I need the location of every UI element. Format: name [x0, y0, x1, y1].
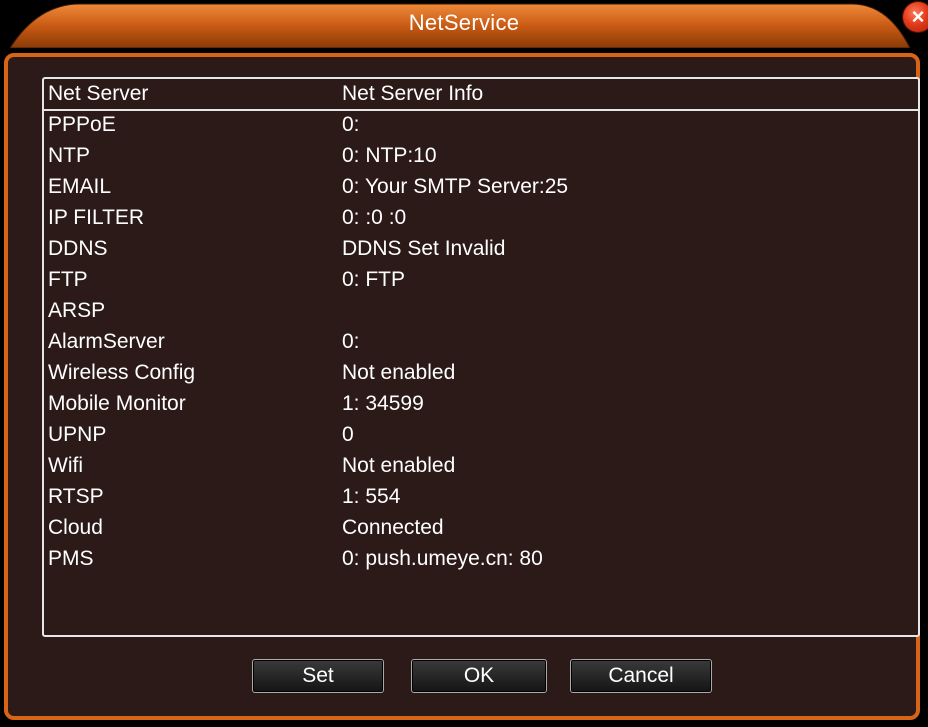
- list-item[interactable]: Wifi Not enabled: [44, 452, 918, 483]
- net-server-name: NTP: [48, 144, 90, 167]
- dialog-body: Net Server Net Server Info PPPoE 0: NTP 0: …: [4, 53, 920, 720]
- net-server-info: 0: :0 :0: [342, 206, 407, 229]
- net-server-info: Not enabled: [342, 361, 456, 384]
- net-server-info: 0: push.umeye.cn: 80: [342, 547, 543, 570]
- net-server-info: 0: NTP:10: [342, 144, 437, 167]
- list-item[interactable]: IP FILTER 0: :0 :0: [44, 204, 918, 235]
- net-server-name: UPNP: [48, 423, 107, 446]
- list-header: Net Server Net Server Info: [44, 79, 918, 111]
- list-item[interactable]: PMS 0: push.umeye.cn: 80: [44, 545, 918, 576]
- list-item[interactable]: DDNS DDNS Set Invalid: [44, 235, 918, 266]
- net-server-name: PPPoE: [48, 113, 116, 136]
- cancel-button[interactable]: Cancel: [570, 659, 712, 693]
- close-icon: ×: [911, 4, 925, 29]
- list-item[interactable]: FTP 0: FTP: [44, 266, 918, 297]
- list-item[interactable]: UPNP 0: [44, 421, 918, 452]
- net-server-name: Mobile Monitor: [48, 392, 186, 415]
- net-server-name: Wifi: [48, 454, 83, 477]
- net-server-info: Not enabled: [342, 454, 456, 477]
- net-server-name: AlarmServer: [48, 330, 165, 353]
- net-server-name: IP FILTER: [48, 206, 145, 229]
- net-server-info: 1: 554: [342, 485, 401, 508]
- net-server-name: Cloud: [48, 516, 103, 539]
- net-server-list: Net Server Net Server Info PPPoE 0: NTP 0: …: [42, 77, 920, 637]
- list-item[interactable]: AlarmServer 0:: [44, 328, 918, 359]
- set-button[interactable]: Set: [252, 659, 384, 693]
- net-server-name: Wireless Config: [48, 361, 196, 384]
- list-item[interactable]: NTP 0: NTP:10: [44, 142, 918, 173]
- net-server-info: DDNS Set Invalid: [342, 237, 506, 260]
- window-title: NetService: [408, 10, 520, 35]
- net-server-name: PMS: [48, 547, 94, 570]
- list-item[interactable]: ARSP: [44, 297, 918, 328]
- net-server-name: EMAIL: [48, 175, 112, 198]
- list-item[interactable]: PPPoE 0:: [44, 111, 918, 142]
- header-net-server-info: Net Server Info: [342, 82, 484, 105]
- net-server-info: 0:: [342, 113, 360, 136]
- netservice-dialog: NetService × Net Server Net Server Info …: [0, 0, 928, 727]
- net-server-info: 0: Your SMTP Server:25: [342, 175, 569, 198]
- close-button[interactable]: ×: [903, 2, 928, 32]
- list-item[interactable]: EMAIL 0: Your SMTP Server:25: [44, 173, 918, 204]
- net-server-name: DDNS: [48, 237, 108, 260]
- net-server-info: 1: 34599: [342, 392, 424, 415]
- net-server-info: 0: FTP: [342, 268, 406, 291]
- ok-button[interactable]: OK: [411, 659, 547, 693]
- net-server-info: 0:: [342, 330, 360, 353]
- list-item[interactable]: Mobile Monitor 1: 34599: [44, 390, 918, 421]
- net-server-name: FTP: [48, 268, 88, 291]
- net-server-info: 0: [342, 423, 354, 446]
- list-item[interactable]: RTSP 1: 554: [44, 483, 918, 514]
- net-server-info: Connected: [342, 516, 444, 539]
- net-server-name: RTSP: [48, 485, 104, 508]
- list-item[interactable]: Cloud Connected: [44, 514, 918, 545]
- net-server-name: ARSP: [48, 299, 106, 322]
- list-rows: PPPoE 0: NTP 0: NTP:10 EMAIL 0: Your SMTP Ser…: [44, 111, 918, 576]
- list-item[interactable]: Wireless Config Not enabled: [44, 359, 918, 390]
- header-net-server: Net Server: [48, 82, 149, 105]
